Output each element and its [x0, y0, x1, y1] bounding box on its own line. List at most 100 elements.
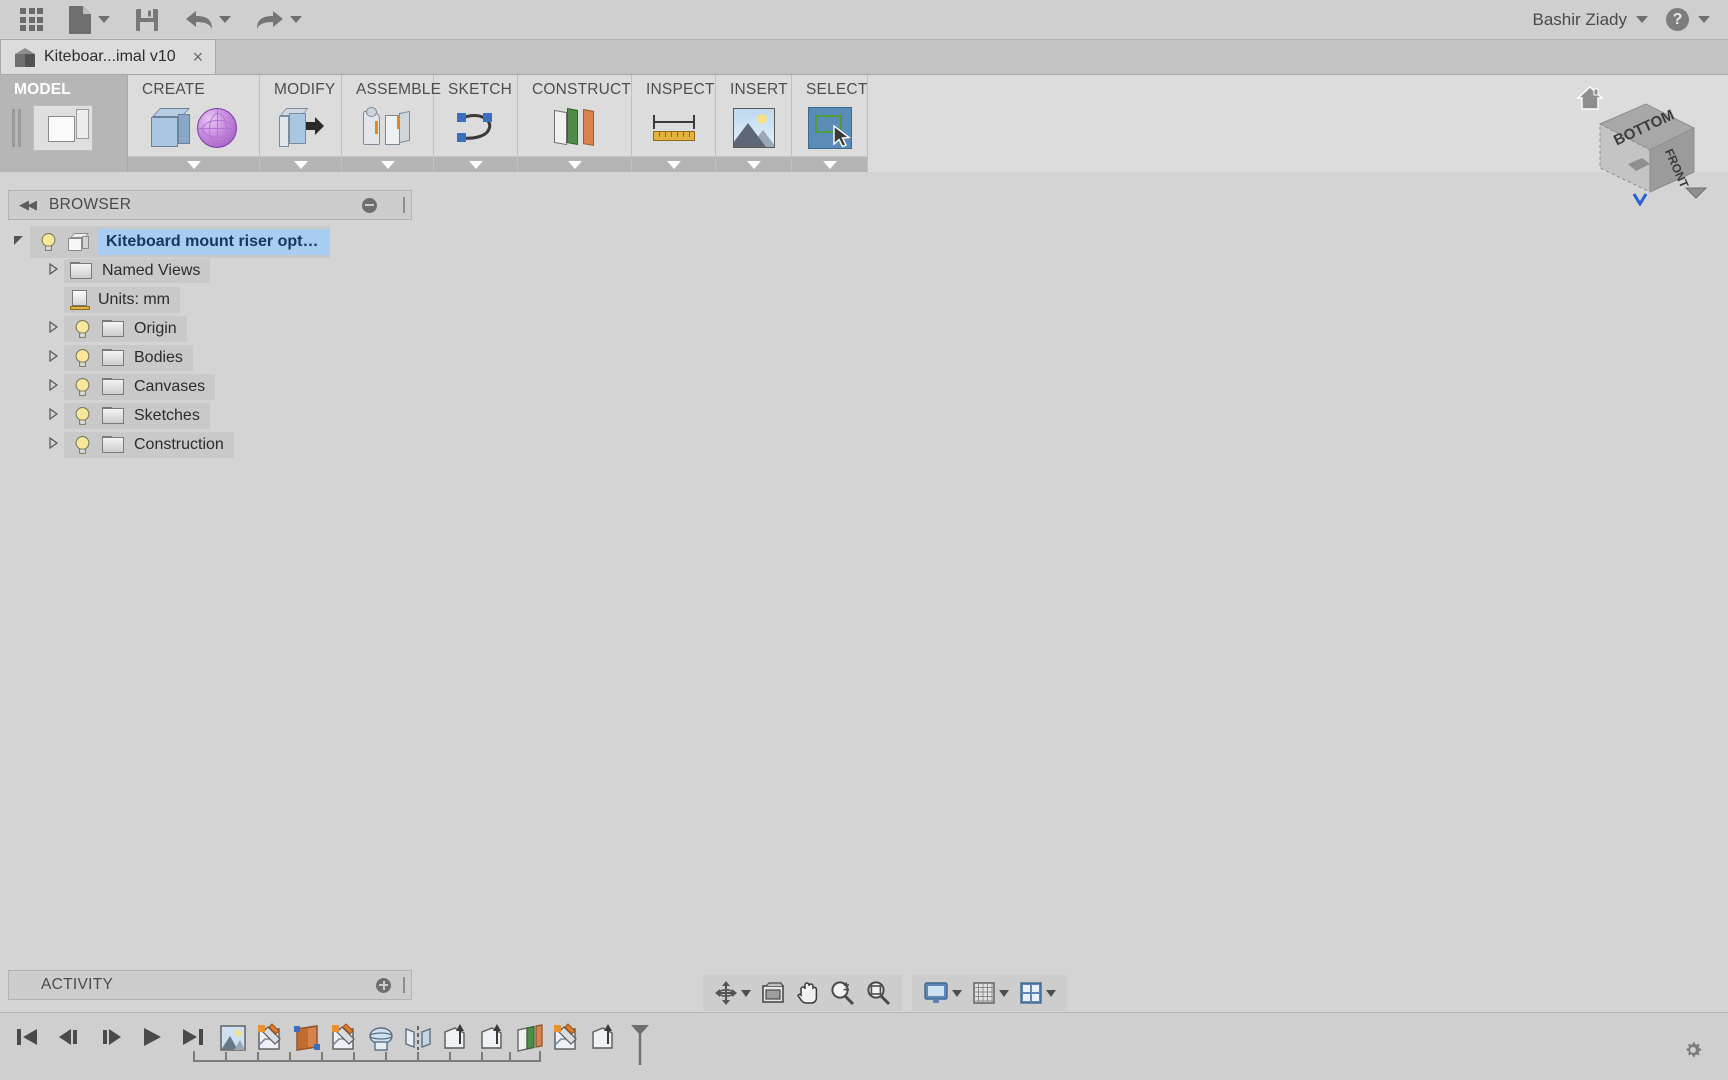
ribbon-panel-model-dropdown[interactable]: [0, 156, 127, 172]
grid-snaps-icon[interactable]: [969, 981, 1012, 1005]
tree-row-units[interactable]: Units: mm: [8, 285, 412, 314]
visibility-bulb-icon[interactable]: [70, 406, 94, 426]
step-back-button[interactable]: [56, 1025, 82, 1054]
help-icon[interactable]: ?: [1666, 8, 1689, 31]
ribbon-panel-sketch[interactable]: SKETCH: [434, 75, 518, 172]
expand-construction-icon[interactable]: [42, 436, 64, 452]
select-window-icon[interactable]: [807, 106, 852, 149]
tree-row-named-views[interactable]: Named Views: [8, 256, 412, 285]
expand-activity-icon[interactable]: [376, 977, 391, 993]
zoom-icon[interactable]: [826, 980, 858, 1006]
step-forward-button[interactable]: [98, 1025, 124, 1054]
visibility-bulb-icon[interactable]: [36, 232, 60, 252]
ribbon-panel-assemble[interactable]: ASSEMBLE: [342, 75, 441, 172]
tree-row-sketches[interactable]: Sketches: [8, 401, 412, 430]
ribbon-panel-assemble-dropdown[interactable]: [342, 156, 433, 172]
user-name-label[interactable]: Bashir Ziady: [1533, 10, 1627, 30]
timeline-track[interactable]: [192, 1050, 544, 1063]
measure-icon[interactable]: [651, 109, 697, 147]
file-icon[interactable]: [61, 0, 116, 40]
ribbon-panel-select-dropdown[interactable]: [792, 156, 867, 172]
close-icon[interactable]: ×: [193, 47, 204, 68]
grid-snaps-caret-icon[interactable]: [999, 989, 1009, 997]
visibility-bulb-icon[interactable]: [70, 377, 94, 397]
display-settings-caret-icon[interactable]: [952, 989, 962, 997]
revolve-icon[interactable]: [366, 1023, 396, 1053]
save-icon[interactable]: [128, 0, 166, 40]
fit-icon[interactable]: [862, 980, 894, 1006]
expand-origin-icon[interactable]: [42, 320, 64, 336]
redo-icon[interactable]: [249, 0, 308, 40]
undo-icon[interactable]: [178, 0, 237, 40]
expand-canvases-icon[interactable]: [42, 378, 64, 394]
mirror-icon[interactable]: [403, 1023, 433, 1053]
create-sphere-icon[interactable]: [196, 107, 237, 148]
tree-row-canvases[interactable]: Canvases: [8, 372, 412, 401]
expand-root-icon[interactable]: [8, 234, 30, 249]
ribbon-panel-insert[interactable]: INSERT: [716, 75, 792, 172]
ribbon-panel-create[interactable]: CREATE: [128, 75, 260, 172]
redo-caret-icon[interactable]: [290, 16, 302, 23]
document-tab[interactable]: Kiteboar...imal v10 ×: [0, 39, 217, 74]
extrude-icon[interactable]: [440, 1023, 470, 1053]
look-at-icon[interactable]: [758, 981, 788, 1005]
construction-plane-icon[interactable]: [292, 1023, 322, 1053]
construction-plane-icon[interactable]: [552, 107, 598, 149]
ribbon-panel-modify[interactable]: MODIFY: [260, 75, 342, 172]
visibility-bulb-icon[interactable]: [70, 435, 94, 455]
expand-sketches-icon[interactable]: [42, 407, 64, 423]
tree-root-label[interactable]: Kiteboard mount riser optimal v…: [98, 228, 330, 255]
ribbon-panel-modify-dropdown[interactable]: [260, 156, 341, 172]
ribbon-panel-create-dropdown[interactable]: [128, 156, 259, 172]
expand-named-views-icon[interactable]: [42, 262, 64, 278]
orbit-icon[interactable]: [711, 980, 754, 1006]
insert-image-icon[interactable]: [732, 107, 775, 148]
orbit-caret-icon[interactable]: [741, 989, 751, 997]
browser-resize-grip[interactable]: [403, 197, 405, 213]
play-button[interactable]: [140, 1025, 164, 1054]
ribbon-panel-construct[interactable]: CONSTRUCT: [518, 75, 632, 172]
sketch-icon[interactable]: [329, 1023, 359, 1053]
ribbon-panel-construct-dropdown[interactable]: [518, 156, 631, 172]
ribbon-panel-insert-dropdown[interactable]: [716, 156, 791, 172]
gear-icon[interactable]: [1682, 1039, 1704, 1066]
view-cube[interactable]: BOTTOM FRONT: [1560, 76, 1710, 207]
activity-resize-grip[interactable]: [403, 977, 405, 993]
help-caret-icon[interactable]: [1698, 16, 1710, 23]
joint-icon[interactable]: [362, 106, 413, 149]
canvas-image-icon[interactable]: [218, 1023, 248, 1053]
tree-row-root[interactable]: Kiteboard mount riser optimal v…: [8, 225, 412, 258]
ribbon-panel-model[interactable]: MODEL: [0, 75, 128, 172]
extrude-icon[interactable]: [588, 1023, 618, 1053]
ribbon-panel-sketch-dropdown[interactable]: [434, 156, 517, 172]
tree-row-construction[interactable]: Construction: [8, 430, 412, 459]
ribbon-panel-inspect-dropdown[interactable]: [632, 156, 715, 172]
undo-caret-icon[interactable]: [219, 16, 231, 23]
ribbon-panel-inspect[interactable]: INSPECT: [632, 75, 716, 172]
collapse-browser-icon[interactable]: ◀◀: [19, 197, 37, 213]
workspace-grip-icon[interactable]: [12, 108, 21, 147]
pan-icon[interactable]: [792, 980, 822, 1006]
press-pull-icon[interactable]: [278, 107, 324, 148]
construction-plane-icon[interactable]: [514, 1023, 544, 1053]
apps-grid-icon[interactable]: [0, 0, 49, 40]
expand-bodies-icon[interactable]: [42, 349, 64, 365]
user-menu-caret-icon[interactable]: [1636, 16, 1648, 23]
timeline-end-marker[interactable]: [627, 1023, 657, 1065]
ribbon-panel-select[interactable]: SELECT: [792, 75, 868, 172]
viewports-icon[interactable]: [1016, 981, 1059, 1005]
sketch-icon[interactable]: [255, 1023, 285, 1053]
display-settings-icon[interactable]: [920, 981, 965, 1005]
viewports-caret-icon[interactable]: [1046, 989, 1056, 997]
model-workspace-icon[interactable]: [33, 104, 93, 151]
sketch-icon[interactable]: [551, 1023, 581, 1053]
minimize-icon[interactable]: [362, 197, 377, 213]
visibility-bulb-icon[interactable]: [70, 319, 94, 339]
extrude-icon[interactable]: [477, 1023, 507, 1053]
tree-row-origin[interactable]: Origin: [8, 314, 412, 343]
spline-icon[interactable]: [453, 109, 499, 147]
file-caret-icon[interactable]: [98, 16, 110, 23]
create-box-icon[interactable]: [150, 107, 191, 148]
tree-row-bodies[interactable]: Bodies: [8, 343, 412, 372]
go-to-beginning-button[interactable]: [14, 1025, 40, 1054]
